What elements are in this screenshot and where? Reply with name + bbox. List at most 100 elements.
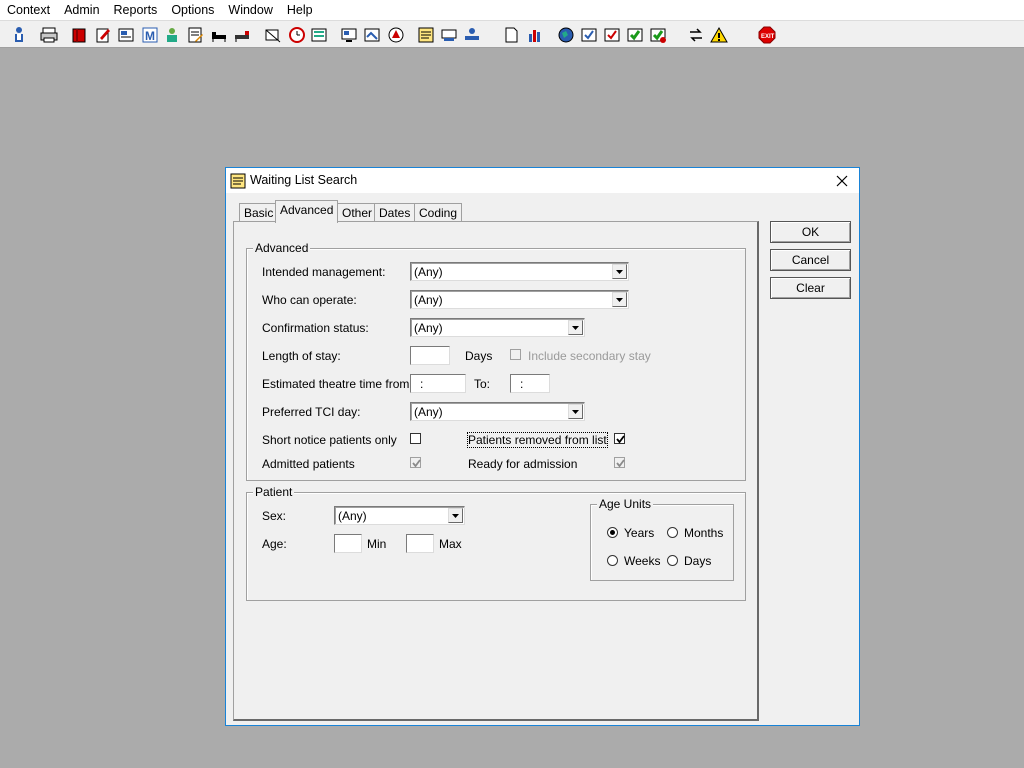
check-green-icon[interactable] (624, 24, 646, 46)
note-icon (230, 173, 246, 192)
menu-admin[interactable]: Admin (57, 0, 106, 20)
book-icon[interactable] (68, 24, 90, 46)
theatre-time-from-input[interactable]: : (410, 374, 466, 393)
tab-coding[interactable]: Coding (414, 203, 463, 222)
check-icon[interactable] (601, 24, 623, 46)
length-of-stay-unit: Days (465, 349, 493, 363)
clock-icon[interactable] (286, 24, 308, 46)
admitted-patients-checkbox[interactable] (410, 457, 421, 468)
cancel-button[interactable]: Cancel (770, 249, 851, 271)
age-units-group: Age Units (590, 497, 734, 581)
confirmation-status-value: (Any) (414, 321, 443, 335)
tab-basic[interactable]: Basic (239, 203, 279, 222)
menu-window[interactable]: Window (221, 0, 279, 20)
check-alt-icon[interactable] (647, 24, 669, 46)
who-can-operate-select[interactable]: (Any) (410, 290, 629, 309)
who-can-operate-value: (Any) (414, 293, 443, 307)
tab-dates[interactable]: Dates (374, 203, 416, 222)
length-of-stay-label: Length of stay: (262, 349, 341, 363)
bed-icon[interactable] (231, 24, 253, 46)
ready-for-admission-checkbox[interactable] (614, 457, 625, 468)
intended-management-select[interactable]: (Any) (410, 262, 629, 281)
radio-days-label: Days (684, 554, 712, 568)
chevron-down-icon[interactable] (448, 508, 463, 523)
list-icon[interactable] (308, 24, 330, 46)
screen-icon[interactable] (338, 24, 360, 46)
radio-years[interactable] (607, 527, 618, 538)
radio-days[interactable] (667, 555, 678, 566)
include-secondary-checkbox[interactable] (510, 349, 521, 360)
check-icon (412, 459, 421, 468)
theatre-time-label: Estimated theatre time from: (262, 377, 413, 391)
checklist-icon[interactable] (578, 24, 600, 46)
radio-months-label: Months (684, 526, 724, 540)
age-label: Age: (262, 537, 287, 551)
chevron-down-icon[interactable] (612, 264, 627, 279)
menu-options[interactable]: Options (164, 0, 221, 20)
page-icon[interactable] (500, 24, 522, 46)
chevron-down-icon[interactable] (612, 292, 627, 307)
warning-icon[interactable] (708, 24, 730, 46)
search-circle-icon[interactable] (385, 24, 407, 46)
theatre-icon[interactable] (262, 24, 284, 46)
dialog-title: Waiting List Search (250, 173, 358, 187)
dialog-titlebar[interactable]: Waiting List Search (226, 168, 859, 193)
radio-weeks[interactable] (607, 555, 618, 566)
clear-button[interactable]: Clear (770, 277, 851, 299)
menu-context[interactable]: Context (0, 0, 57, 20)
check-icon (616, 459, 625, 468)
transfer-icon[interactable] (438, 24, 460, 46)
ward-icon[interactable] (208, 24, 230, 46)
form2-icon[interactable] (361, 24, 383, 46)
preferred-tci-day-select[interactable]: (Any) (410, 402, 585, 421)
include-secondary-label: Include secondary stay (528, 349, 651, 363)
menu-help[interactable]: Help (280, 0, 320, 20)
document-edit-icon[interactable] (184, 24, 206, 46)
sex-select[interactable]: (Any) (334, 506, 465, 525)
tab-advanced[interactable]: Advanced (275, 200, 339, 223)
radio-weeks-label: Weeks (624, 554, 661, 568)
theatre-time-to-label: To: (474, 377, 491, 391)
short-notice-checkbox[interactable] (410, 433, 421, 444)
bar-chart-icon[interactable] (524, 24, 546, 46)
length-of-stay-input[interactable] (410, 346, 450, 365)
patients-removed-label: Patients removed from list (467, 432, 608, 448)
age-units-title: Age Units (597, 497, 654, 511)
svg-text:EXIT: EXIT (761, 34, 775, 40)
intended-management-value: (Any) (414, 265, 443, 279)
ok-button[interactable]: OK (770, 221, 851, 243)
age-min-label: Min (367, 537, 387, 551)
patient-icon[interactable] (8, 24, 30, 46)
confirmation-status-label: Confirmation status: (262, 321, 369, 335)
advanced-group-title: Advanced (253, 241, 311, 255)
notes-edit-icon[interactable] (92, 24, 114, 46)
letter-m-icon[interactable]: M (139, 24, 161, 46)
note-icon[interactable] (415, 24, 437, 46)
patients-removed-checkbox[interactable] (614, 433, 625, 444)
chevron-down-icon[interactable] (568, 404, 583, 419)
bed-list-icon[interactable] (461, 24, 483, 46)
preferred-tci-day-label: Preferred TCI day: (262, 405, 361, 419)
doctor-icon[interactable] (161, 24, 183, 46)
tab-other[interactable]: Other (337, 203, 378, 222)
swap-icon[interactable] (685, 24, 707, 46)
globe-icon[interactable] (555, 24, 577, 46)
radio-months[interactable] (667, 527, 678, 538)
menu-reports[interactable]: Reports (107, 0, 165, 20)
radio-years-label: Years (624, 526, 655, 540)
sex-value: (Any) (338, 509, 367, 523)
preferred-tci-day-value: (Any) (414, 405, 443, 419)
chevron-down-icon[interactable] (568, 320, 583, 335)
print-icon[interactable] (38, 24, 60, 46)
confirmation-status-select[interactable]: (Any) (410, 318, 585, 337)
form-icon[interactable] (115, 24, 137, 46)
age-max-label: Max (439, 537, 462, 551)
exit-icon[interactable]: EXIT (756, 24, 778, 46)
theatre-time-to-input[interactable]: : (510, 374, 550, 393)
ready-for-admission-label: Ready for admission (468, 457, 578, 471)
age-max-input[interactable] (406, 534, 434, 553)
intended-management-label: Intended management: (262, 265, 386, 279)
age-min-input[interactable] (334, 534, 362, 553)
close-button[interactable] (825, 168, 859, 193)
admitted-patients-label: Admitted patients (262, 457, 355, 471)
